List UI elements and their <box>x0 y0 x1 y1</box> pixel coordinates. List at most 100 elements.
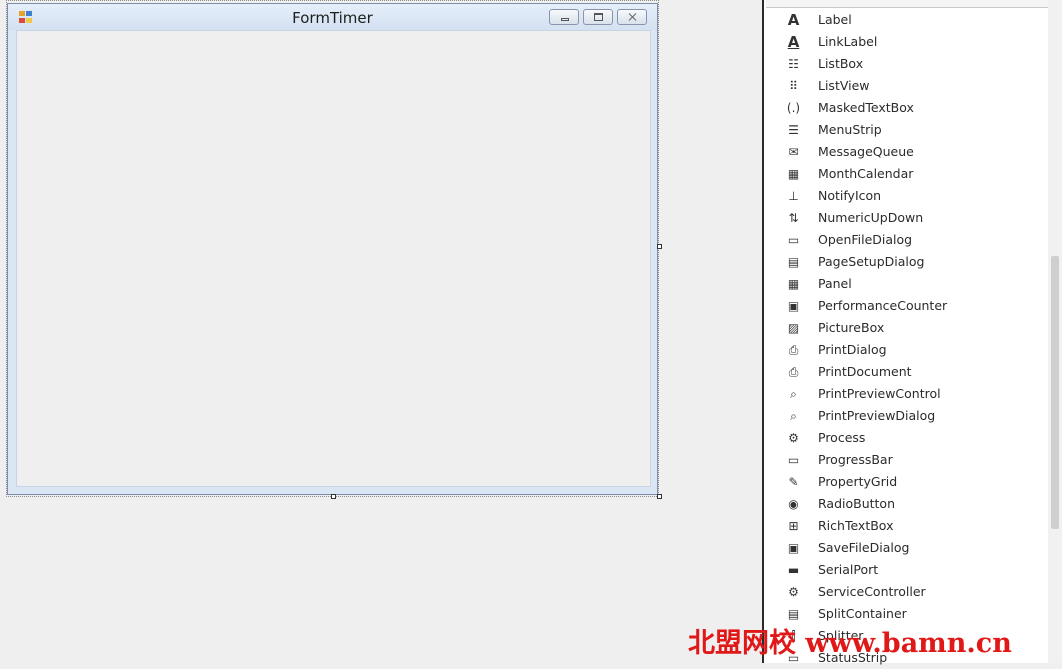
toolbox-scrollbar[interactable] <box>1048 0 1062 663</box>
toolbox-item-label: MonthCalendar <box>818 166 914 181</box>
toolbox-item[interactable]: ⊥ NotifyIcon <box>764 185 1046 207</box>
toolbox-item[interactable]: ▣ SaveFileDialog <box>764 537 1046 559</box>
maximize-button[interactable] <box>583 9 613 25</box>
toolbox-item-label: SerialPort <box>818 562 879 577</box>
toolbox-item-label: RichTextBox <box>818 518 894 533</box>
rich-textbox-icon: ⊞ <box>788 519 799 533</box>
month-calendar-icon: ▦ <box>787 167 800 181</box>
designer-surface: FormTimer <box>0 0 762 663</box>
scroll-thumb[interactable] <box>1051 256 1059 529</box>
toolbox-item[interactable]: ◉ RadioButton <box>764 493 1046 515</box>
print-dialog-icon: ⎙ <box>788 343 799 357</box>
list-view-icon: ⠿ <box>789 79 798 93</box>
toolbox-item[interactable]: ▭ ProgressBar <box>764 449 1046 471</box>
page-setup-dialog-icon: ▤ <box>787 255 800 269</box>
property-grid-icon: ✎ <box>788 475 799 489</box>
toolbox-item-label: RadioButton <box>818 496 895 511</box>
maximize-icon <box>584 10 612 24</box>
numeric-updown-icon: ⇅ <box>788 211 799 225</box>
toolbox-item-label: PrintDialog <box>818 342 887 357</box>
save-file-dialog-icon: ▣ <box>787 541 800 555</box>
toolbox-item-label: PrintPreviewControl <box>818 386 941 401</box>
toolbox-item[interactable]: ⊞ RichTextBox <box>764 515 1046 537</box>
toolbox-item[interactable]: ▦ Panel <box>764 273 1046 295</box>
toolbox-item[interactable]: A LinkLabel <box>764 31 1046 53</box>
toolbox-item[interactable]: ▭ OpenFileDialog <box>764 229 1046 251</box>
toolbox-item[interactable]: (.) MaskedTextBox <box>764 97 1046 119</box>
watermark: 北盟网校 www.bamn.cn <box>688 628 1012 659</box>
print-preview-control-icon: ⌕ <box>790 387 797 401</box>
resize-handle-bottom-right[interactable] <box>657 494 662 499</box>
toolbox-item-label: ProgressBar <box>818 452 893 467</box>
toolbox-item-label: ServiceController <box>818 584 926 599</box>
toolbox-item[interactable]: ⚙ ServiceController <box>764 581 1046 603</box>
toolbox-item[interactable]: ⚙ Process <box>764 427 1046 449</box>
form-window[interactable]: FormTimer <box>6 0 659 497</box>
toolbox-item[interactable]: ▨ PictureBox <box>764 317 1046 339</box>
toolbox-item[interactable]: ⎙ PrintDocument <box>764 361 1046 383</box>
toolbox-item-label: MaskedTextBox <box>818 100 914 115</box>
toolbox-item-label: NumericUpDown <box>818 210 924 225</box>
minimize-button[interactable] <box>549 9 579 25</box>
toolbox-item[interactable]: ✉ MessageQueue <box>764 141 1046 163</box>
toolbox-item[interactable]: ☰ MenuStrip <box>764 119 1046 141</box>
close-button[interactable] <box>617 9 647 25</box>
masked-textbox-icon: (.) <box>786 101 801 115</box>
print-preview-dialog-icon: ⌕ <box>790 409 797 423</box>
close-icon <box>618 10 646 24</box>
print-document-icon: ⎙ <box>788 365 799 379</box>
minimize-icon <box>550 10 578 24</box>
toolbox-item-label: Label <box>818 12 852 27</box>
toolbox-item-label: SplitContainer <box>818 606 907 621</box>
toolbox-item[interactable]: ✎ PropertyGrid <box>764 471 1046 493</box>
toolbox-item[interactable]: ⎙ PrintDialog <box>764 339 1046 361</box>
form-client-area[interactable] <box>16 30 651 487</box>
toolbox-item-label: PerformanceCounter <box>818 298 948 313</box>
toolbox-item-label: LinkLabel <box>818 34 878 49</box>
toolbox-item-label: PageSetupDialog <box>818 254 925 269</box>
split-container-icon: ▤ <box>787 607 800 621</box>
toolbox-item-label: MenuStrip <box>818 122 882 137</box>
toolbox-item-label: Process <box>818 430 866 445</box>
toolbox-item[interactable]: ⌕ PrintPreviewControl <box>764 383 1046 405</box>
list-box-icon: ☷ <box>788 57 799 71</box>
toolbox-item[interactable]: ▦ MonthCalendar <box>764 163 1046 185</box>
toolbox-item-label: MessageQueue <box>818 144 914 159</box>
picture-box-icon: ▨ <box>787 321 800 335</box>
panel-icon: ▦ <box>787 277 800 291</box>
toolbox-item-label: SaveFileDialog <box>818 540 910 555</box>
toolbox-item[interactable]: ⇅ NumericUpDown <box>764 207 1046 229</box>
toolbox-item[interactable]: ▣ PerformanceCounter <box>764 295 1046 317</box>
menu-strip-icon: ☰ <box>788 123 799 137</box>
link-label-icon: A <box>787 33 800 51</box>
toolbox-item-label: PictureBox <box>818 320 885 335</box>
toolbox-item[interactable]: ▬ SerialPort <box>764 559 1046 581</box>
resize-handle-right[interactable] <box>657 244 662 249</box>
toolbox-item[interactable]: ⠿ ListView <box>764 75 1046 97</box>
resize-handle-bottom[interactable] <box>331 494 336 499</box>
open-file-dialog-icon: ▭ <box>787 233 800 247</box>
toolbox-item-label: PrintPreviewDialog <box>818 408 936 423</box>
message-queue-icon: ✉ <box>788 145 799 159</box>
toolbox-item-label: PrintDocument <box>818 364 912 379</box>
toolbox-item[interactable]: ⌕ PrintPreviewDialog <box>764 405 1046 427</box>
performance-counter-icon: ▣ <box>787 299 800 313</box>
toolbox-header <box>766 0 1048 8</box>
toolbox-item-label: PropertyGrid <box>818 474 898 489</box>
notify-icon-icon: ⊥ <box>788 189 799 203</box>
radio-button-icon: ◉ <box>788 497 799 511</box>
form-title-bar[interactable]: FormTimer <box>8 4 657 30</box>
toolbox-item[interactable]: A Label <box>764 9 1046 31</box>
toolbox-item[interactable]: ☷ ListBox <box>764 53 1046 75</box>
progress-bar-icon: ▭ <box>787 453 800 467</box>
toolbox-item-label: OpenFileDialog <box>818 232 913 247</box>
label-icon: A <box>787 11 800 29</box>
toolbox-item-label: ListBox <box>818 56 864 71</box>
serial-port-icon: ▬ <box>787 563 800 577</box>
toolbox-item-label: ListView <box>818 78 870 93</box>
toolbox-item[interactable]: ▤ SplitContainer <box>764 603 1046 625</box>
toolbox-item-label: Panel <box>818 276 852 291</box>
process-icon: ⚙ <box>788 431 799 445</box>
toolbox-item-label: NotifyIcon <box>818 188 882 203</box>
toolbox-item[interactable]: ▤ PageSetupDialog <box>764 251 1046 273</box>
